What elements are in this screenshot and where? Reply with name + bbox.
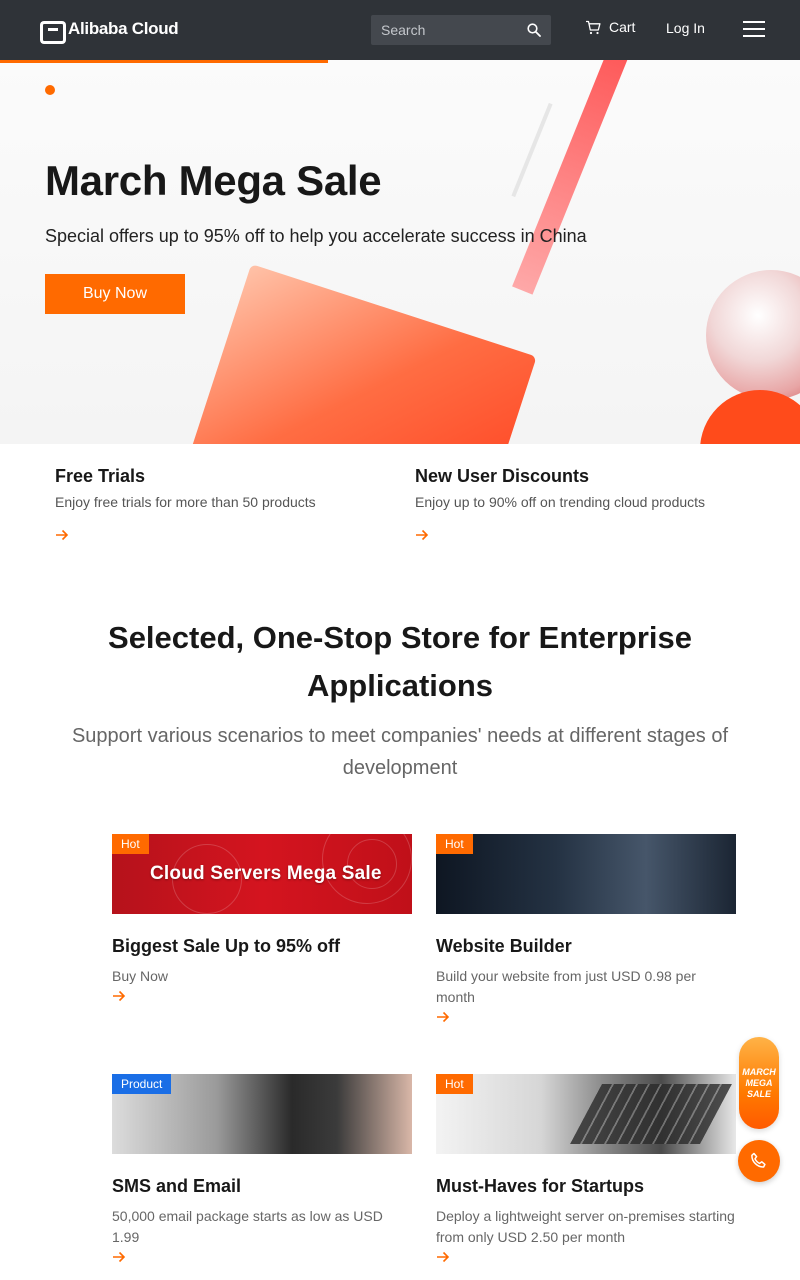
card-image-caption: Cloud Servers Mega Sale (150, 863, 382, 884)
promo-free-trials[interactable]: Free Trials Enjoy free trials for more t… (55, 466, 395, 541)
card-title: Website Builder (436, 936, 572, 956)
arrow-right-icon[interactable] (112, 1251, 126, 1263)
promo-title: New User Discounts (415, 466, 590, 486)
search-icon[interactable] (527, 23, 541, 37)
promo-description: Enjoy up to 90% off on trending cloud pr… (415, 494, 706, 510)
hero-banner: March Mega Sale Special offers up to 95%… (0, 60, 800, 444)
product-card-sms-email[interactable]: Product SMS and Email 50,000 email packa… (112, 1074, 412, 1263)
top-nav-bar: Alibaba Cloud Cart Log In (0, 0, 800, 60)
hot-badge: Hot (112, 834, 149, 854)
carousel-progress-bar (0, 60, 328, 63)
hero-decoration (706, 270, 800, 400)
section-subtitle: Support various scenarios to meet compan… (71, 725, 729, 779)
card-title: SMS and Email (112, 1176, 242, 1196)
hero-title: March Mega Sale (45, 157, 382, 204)
phone-icon (751, 1152, 766, 1168)
card-image: Hot (436, 1074, 736, 1154)
promo-description: Enjoy free trials for more than 50 produ… (55, 494, 316, 510)
cart-label: Cart (609, 19, 636, 35)
card-image: Hot (436, 834, 736, 914)
product-card-mega-sale[interactable]: Cloud Servers Mega Sale Hot Biggest Sale… (112, 834, 412, 1002)
hot-badge: Hot (436, 1074, 473, 1094)
hero-decoration (700, 390, 800, 444)
card-description: Deploy a lightweight server on-premises … (436, 1208, 735, 1245)
alibaba-cloud-logo[interactable]: Alibaba Cloud (40, 19, 179, 44)
search-box (371, 15, 551, 45)
hot-badge: Hot (436, 834, 473, 854)
arrow-right-icon[interactable] (55, 529, 69, 541)
hero-decoration (183, 264, 537, 444)
widget-line: MARCH (742, 1066, 776, 1077)
card-title: Must-Haves for Startups (436, 1176, 645, 1196)
card-description: Buy Now (112, 968, 169, 984)
section-title: Selected, One-Stop Store for Enterprise … (108, 620, 692, 703)
arrow-right-icon[interactable] (436, 1011, 450, 1023)
widget-line: MEGA (745, 1077, 773, 1088)
march-mega-sale-widget[interactable]: MARCH MEGA SALE (739, 1037, 779, 1129)
logo-icon (40, 20, 66, 44)
product-card-startups[interactable]: Hot Must-Haves for Startups Deploy a lig… (436, 1074, 736, 1263)
card-image: Product (112, 1074, 412, 1154)
buy-now-button[interactable]: Buy Now (45, 274, 185, 314)
hero-decoration (511, 102, 553, 198)
product-badge: Product (112, 1074, 172, 1094)
login-link[interactable]: Log In (666, 20, 705, 36)
promo-title: Free Trials (55, 466, 146, 486)
cart-icon (586, 20, 601, 34)
arrow-right-icon[interactable] (436, 1251, 450, 1263)
card-image: Cloud Servers Mega Sale Hot (112, 834, 412, 914)
menu-icon[interactable] (743, 21, 765, 37)
contact-phone-button[interactable] (738, 1140, 780, 1182)
product-card-website-builder[interactable]: Hot Website Builder Build your website f… (436, 834, 736, 1023)
hero-decoration (512, 60, 630, 295)
arrow-right-icon[interactable] (112, 990, 126, 1002)
carousel-indicator-dot[interactable] (45, 85, 55, 95)
logo-text: Alibaba Cloud (68, 19, 179, 38)
search-input[interactable] (371, 15, 521, 45)
promo-new-user-discounts[interactable]: New User Discounts Enjoy up to 90% off o… (415, 466, 755, 541)
arrow-right-icon[interactable] (415, 529, 429, 541)
card-description: 50,000 email package starts as low as US… (112, 1208, 383, 1245)
card-description: Build your website from just USD 0.98 pe… (436, 968, 696, 1005)
widget-line: SALE (746, 1088, 771, 1099)
cart-link[interactable]: Cart (585, 19, 635, 35)
card-title: Biggest Sale Up to 95% off (112, 936, 341, 956)
hero-subtitle: Special offers up to 95% off to help you… (45, 226, 587, 246)
